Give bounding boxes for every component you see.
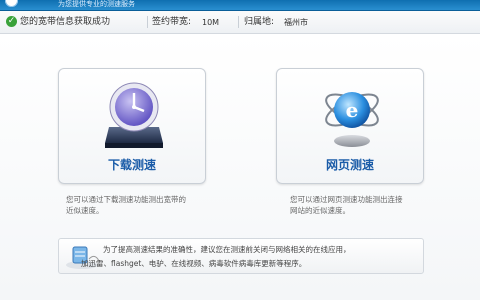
bandwidth-label: 签约带宽: xyxy=(152,17,192,27)
description-line: 网站的近似速度。 xyxy=(290,206,350,215)
web-speed-description: 您可以通过网页测速功能测出连接 网站的近似速度。 xyxy=(290,194,450,216)
app-logo-icon xyxy=(5,0,18,7)
location-label: 归属地: xyxy=(244,17,275,27)
tip-line-1: 为了提高测速结果的准确性，建议您在测速前关闭与网络相关的在线应用， xyxy=(103,245,351,254)
web-speed-globe-icon: e xyxy=(325,92,379,147)
divider xyxy=(147,16,148,28)
broadband-info-bar: ✓ 您的宽带信息获取成功 签约带宽: 10M 归属地: 福州市 xyxy=(0,11,480,34)
location-value: 福州市 xyxy=(284,18,308,27)
window-header: 为您提供专业的测速服务 xyxy=(0,0,480,11)
svg-text:e: e xyxy=(346,98,359,122)
tip-box: 为了提高测速结果的准确性，建议您在测速前关闭与网络相关的在线应用， 加迅雷、fl… xyxy=(58,238,424,274)
download-speed-button[interactable]: 下载测速 xyxy=(58,68,206,184)
divider xyxy=(238,16,239,28)
bandwidth-value: 10M xyxy=(202,18,220,27)
description-line: 近似速度。 xyxy=(66,206,104,215)
tip-line-2: 加迅雷、flashget、电驴、在线视频、病毒软件病毒库更新等程序。 xyxy=(81,259,307,268)
web-speed-button[interactable]: e 网页测速 xyxy=(276,68,424,184)
success-check-icon: ✓ xyxy=(6,16,17,27)
status-message: 您的宽带信息获取成功 xyxy=(20,17,111,27)
header-title: 为您提供专业的测速服务 xyxy=(58,0,135,8)
description-line: 您可以通过网页测速功能测出连接 xyxy=(290,195,403,204)
download-speed-label: 下载测速 xyxy=(107,158,156,172)
web-speed-label: 网页测速 xyxy=(325,158,374,172)
download-speed-disk-clock-icon xyxy=(105,82,163,148)
download-speed-description: 您可以通过下载测速功能测出宽带的 近似速度。 xyxy=(66,194,226,216)
description-line: 您可以通过下载测速功能测出宽带的 xyxy=(66,195,186,204)
